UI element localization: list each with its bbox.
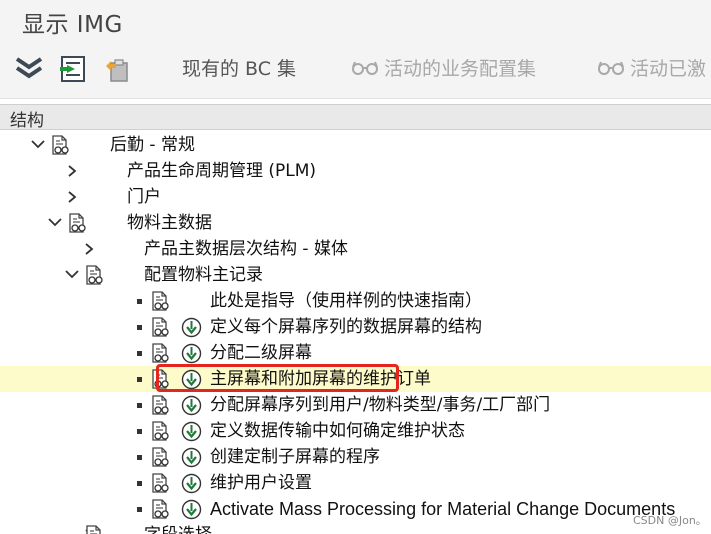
documentation-icon[interactable]	[150, 343, 170, 363]
execute-activity-icon[interactable]	[181, 421, 202, 442]
tree-node-label: 字段选择	[144, 522, 212, 534]
tree-node-label: 产品主数据层次结构 - 媒体	[144, 239, 348, 259]
tree-row[interactable]: 配置物料主记录	[0, 262, 711, 288]
tree-row[interactable]: 创建定制子屏幕的程序	[0, 444, 711, 470]
documentation-icon[interactable]	[67, 213, 87, 233]
leaf-bullet	[137, 299, 142, 304]
active-activated-label: 活动已激	[630, 58, 707, 80]
tree-row[interactable]: 产品生命周期管理 (PLM)	[0, 158, 711, 184]
chevron-right-icon[interactable]	[84, 236, 98, 262]
chevron-down-icon[interactable]	[48, 210, 62, 236]
leaf-bullet	[137, 351, 142, 356]
clipboard-icon[interactable]	[102, 54, 132, 84]
tree-node-label: 创建定制子屏幕的程序	[210, 447, 380, 467]
active-activated-button[interactable]: 活动已激	[598, 54, 706, 84]
chevron-down-icon[interactable]	[31, 132, 45, 158]
tree-row[interactable]: 产品主数据层次结构 - 媒体	[0, 236, 711, 262]
documentation-icon[interactable]	[150, 473, 170, 493]
tree-node-label: 配置物料主记录	[144, 265, 263, 285]
leaf-bullet	[137, 481, 142, 486]
tree-node-label: 门户	[127, 187, 161, 207]
tree-node-label: 分配二级屏幕	[210, 343, 312, 363]
execute-activity-icon[interactable]	[181, 343, 202, 364]
leaf-bullet	[137, 455, 142, 460]
tree-node-label: 此处是指导（使用样例的快速指南）	[210, 291, 482, 311]
leaf-bullet	[137, 325, 142, 330]
execute-activity-icon[interactable]	[181, 473, 202, 494]
tree-column-header: 结构	[0, 104, 711, 131]
tree-node-label: 物料主数据	[127, 213, 212, 233]
existing-bc-sets-button[interactable]: 现有的 BC 集	[182, 54, 296, 84]
toolbar: 现有的 BC 集 活动的业务配置集 活动已激	[0, 42, 711, 99]
documentation-icon[interactable]	[84, 525, 104, 534]
watermark: CSDN @Jon。	[633, 514, 707, 527]
chevron-right-icon[interactable]	[67, 158, 81, 184]
structure-header-label: 结构	[10, 111, 44, 131]
tree-node-label: 产品生命周期管理 (PLM)	[127, 161, 317, 181]
tree-row[interactable]: 定义每个屏幕序列的数据屏幕的结构	[0, 314, 711, 340]
tree-node-label: 定义每个屏幕序列的数据屏幕的结构	[210, 317, 482, 337]
tree-node-label: Activate Mass Processing for Material Ch…	[210, 499, 676, 519]
documentation-icon[interactable]	[84, 265, 104, 285]
chevron-right-icon[interactable]	[67, 184, 81, 210]
tree-row[interactable]: 定义数据传输中如何确定维护状态	[0, 418, 711, 444]
tree-row[interactable]: 门户	[0, 184, 711, 210]
leaf-bullet	[137, 377, 142, 382]
tree-row[interactable]: 维护用户设置	[0, 470, 711, 496]
leaf-bullet	[137, 429, 142, 434]
execute-activity-icon[interactable]	[181, 395, 202, 416]
glasses-icon	[352, 61, 378, 75]
glasses-icon	[598, 61, 624, 75]
title-bar: 显示 IMG	[0, 0, 711, 42]
tree-row[interactable]: 分配二级屏幕	[0, 340, 711, 366]
tree-row[interactable]: 字段选择	[0, 522, 711, 534]
tree-row-selected[interactable]: 主屏幕和附加屏幕的维护订单	[0, 364, 711, 392]
active-business-config-sets-label: 活动的业务配置集	[384, 58, 537, 80]
active-business-config-sets-button[interactable]: 活动的业务配置集	[352, 54, 536, 84]
tree-row[interactable]: 物料主数据	[0, 210, 711, 236]
execute-icon[interactable]	[58, 54, 88, 84]
leaf-bullet	[137, 507, 142, 512]
tree-node-label: 分配屏幕序列到用户/物料类型/事务/工厂部门	[210, 395, 551, 415]
documentation-icon[interactable]	[150, 395, 170, 415]
execute-activity-icon[interactable]	[181, 499, 202, 520]
existing-bc-sets-label: 现有的 BC 集	[182, 58, 297, 80]
tree-node-label: 后勤 - 常规	[110, 135, 195, 155]
documentation-icon[interactable]	[150, 499, 170, 519]
img-structure-tree: 后勤 - 常规产品生命周期管理 (PLM) 门户物料主数据产品主数据层次结构 - …	[0, 130, 711, 534]
tree-row[interactable]: 后勤 - 常规	[0, 132, 711, 158]
expand-all-icon[interactable]	[14, 54, 44, 84]
chevron-down-icon[interactable]	[65, 262, 79, 288]
tree-row[interactable]: 此处是指导（使用样例的快速指南）	[0, 288, 711, 314]
tree-row[interactable]: 分配屏幕序列到用户/物料类型/事务/工厂部门	[0, 392, 711, 418]
tree-row[interactable]: Activate Mass Processing for Material Ch…	[0, 496, 711, 522]
leaf-bullet	[137, 403, 142, 408]
documentation-icon[interactable]	[150, 421, 170, 441]
tree-node-label: 维护用户设置	[210, 473, 312, 493]
documentation-icon[interactable]	[150, 291, 170, 311]
annotation-highlight-box	[156, 364, 399, 392]
documentation-icon[interactable]	[150, 317, 170, 337]
page-title: 显示 IMG	[22, 12, 123, 38]
tree-node-label: 定义数据传输中如何确定维护状态	[210, 421, 465, 441]
execute-activity-icon[interactable]	[181, 447, 202, 468]
documentation-icon[interactable]	[50, 135, 70, 155]
execute-activity-icon[interactable]	[181, 317, 202, 338]
documentation-icon[interactable]	[150, 447, 170, 467]
